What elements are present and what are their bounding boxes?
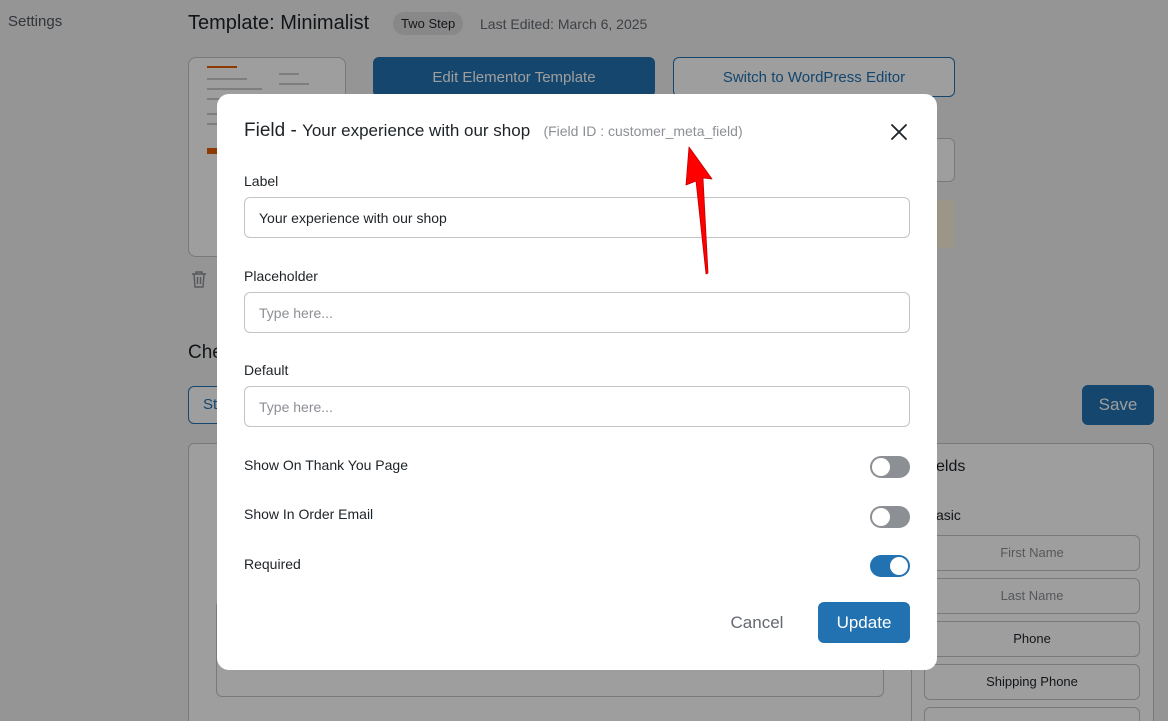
show-in-order-email-label: Show In Order Email [244, 506, 374, 522]
modal-title-name: Your experience with our shop [302, 121, 531, 140]
label-caption: Label [244, 173, 279, 189]
show-on-thank-you-label: Show On Thank You Page [244, 457, 408, 473]
show-on-thank-you-toggle[interactable] [870, 456, 910, 478]
placeholder-input[interactable] [244, 292, 910, 333]
default-input[interactable] [244, 386, 910, 427]
required-label: Required [244, 556, 301, 572]
edit-field-modal: Field - Your experience with our shop (F… [217, 94, 937, 670]
red-arrow-icon [685, 146, 713, 275]
show-in-order-email-toggle[interactable] [870, 506, 910, 528]
field-id-text: (Field ID : customer_meta_field) [543, 123, 743, 139]
default-caption: Default [244, 362, 289, 378]
close-icon[interactable] [888, 121, 910, 143]
cancel-button[interactable]: Cancel [722, 603, 792, 643]
update-button[interactable]: Update [818, 602, 910, 643]
modal-title: Field - Your experience with our shop (F… [244, 120, 743, 142]
label-input[interactable] [244, 197, 910, 238]
modal-title-prefix: Field - [244, 120, 297, 141]
required-toggle[interactable] [870, 555, 910, 577]
placeholder-caption: Placeholder [244, 268, 318, 284]
